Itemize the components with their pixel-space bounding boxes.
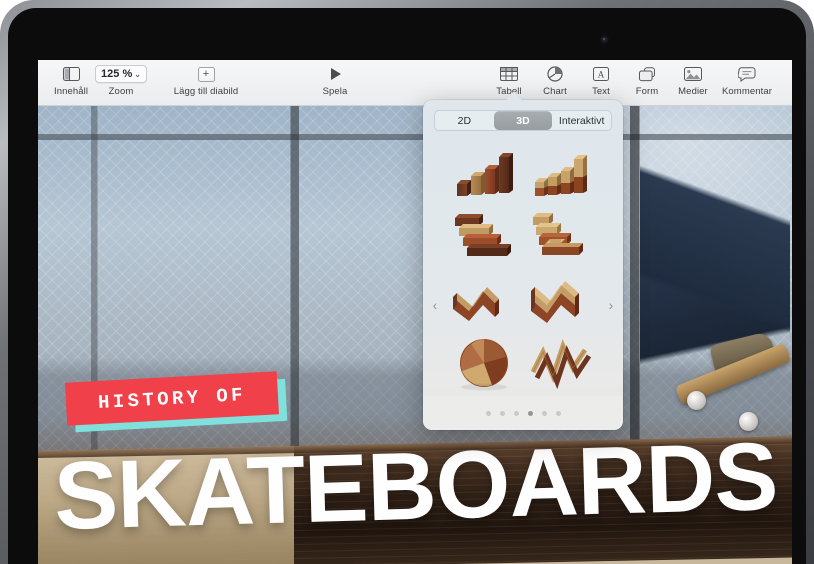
plus-box-icon: + (198, 65, 215, 83)
text-box-icon: A (593, 65, 609, 83)
slide-title[interactable]: SKATEBOARDS (53, 431, 792, 541)
zoom-value: 125 % (101, 68, 132, 80)
toolbar-button-medier[interactable]: Medier (670, 60, 716, 97)
toolbar-label-form: Form (636, 86, 659, 97)
chart-thumb-stacked-bar-3d[interactable] (523, 205, 601, 268)
skateboard-wheel (687, 391, 706, 410)
chart-thumb-area-3d[interactable] (445, 268, 523, 331)
svg-text:A: A (598, 70, 605, 80)
zoom-value-stepper[interactable]: 125 % ⌄ (95, 65, 147, 83)
page-dot-active[interactable] (528, 411, 533, 416)
toolbar-button-spela[interactable]: Spela (312, 60, 358, 97)
chevron-down-icon[interactable]: ⌄ (134, 70, 141, 79)
media-image-icon (684, 65, 702, 83)
toolbar-label-chart: Chart (543, 86, 567, 97)
segment-2d[interactable]: 2D (435, 111, 494, 130)
chart-thumbnail-grid (445, 142, 601, 394)
plus-glyph: + (198, 67, 215, 82)
page-dot[interactable] (500, 411, 505, 416)
slide-canvas[interactable]: HISTORY OF SKATEBOARDS (38, 106, 792, 564)
toolbar-button-text[interactable]: A Text (578, 60, 624, 97)
toolbar-label-medier: Medier (678, 86, 708, 97)
chart-pie-icon (547, 65, 563, 83)
table-icon (500, 65, 518, 83)
toolbar-right-group: Tabell Chart (486, 60, 778, 97)
toolbar-button-chart[interactable]: Chart (532, 60, 578, 97)
chart-thumbnail-area: ‹ › (423, 136, 623, 398)
toolbar-button-innehall[interactable]: Innehåll (48, 60, 94, 97)
chart-thumb-stacked-column-3d[interactable] (523, 142, 601, 205)
segment-interaktivt[interactable]: Interaktivt (552, 111, 611, 130)
toolbar-button-form[interactable]: Form (624, 60, 670, 97)
toolbar-label-zoom: Zoom (109, 86, 134, 97)
page-dot[interactable] (556, 411, 561, 416)
comment-bubble-icon (738, 65, 756, 83)
device-frame: Innehåll 125 % ⌄ Zoom + Lägg till di (0, 0, 814, 564)
play-icon (329, 65, 342, 83)
next-page-chevron-icon[interactable]: › (603, 294, 619, 316)
toolbar-label-text: Text (592, 86, 610, 97)
toolbar-label-innehall: Innehåll (54, 86, 88, 97)
page-dot[interactable] (486, 411, 491, 416)
chart-dimension-segmented-control[interactable]: 2D 3D Interaktivt (434, 110, 612, 131)
shapes-icon (639, 65, 656, 83)
toolbar-button-kommentar[interactable]: Kommentar (716, 60, 778, 97)
banner-text: HISTORY OF (97, 384, 246, 414)
chart-thumb-stacked-area-3d[interactable] (523, 268, 601, 331)
page-dot[interactable] (542, 411, 547, 416)
toolbar-left-group: Innehåll 125 % ⌄ Zoom + Lägg till di (48, 60, 254, 97)
camera-glint (603, 38, 605, 40)
segment-3d[interactable]: 3D (494, 111, 553, 130)
page-indicator-dots[interactable] (423, 411, 623, 416)
chart-thumb-bar-3d[interactable] (445, 205, 523, 268)
chart-style-popover[interactable]: 2D 3D Interaktivt (423, 100, 623, 430)
toolbar-button-tabell[interactable]: Tabell (486, 60, 532, 97)
toolbar-label-kommentar: Kommentar (722, 86, 772, 97)
toolbar-label-spela: Spela (323, 86, 348, 97)
chart-thumb-column-3d[interactable] (445, 142, 523, 205)
page-dot[interactable] (514, 411, 519, 416)
previous-page-chevron-icon[interactable]: ‹ (427, 294, 443, 316)
toolbar-label-add-slide: Lägg till diabild (174, 86, 239, 97)
chart-thumb-line-3d[interactable] (523, 331, 601, 394)
toolbar-label-tabell: Tabell (496, 86, 521, 97)
toolbar-center-group: Spela (312, 60, 358, 97)
device-bezel: Innehåll 125 % ⌄ Zoom + Lägg till di (8, 8, 806, 564)
sidebar-panel-icon (63, 65, 80, 83)
toolbar-button-add-slide[interactable]: + Lägg till diabild (158, 60, 254, 97)
toolbar-button-zoom[interactable]: 125 % ⌄ Zoom (94, 60, 148, 97)
chart-thumb-pie-3d[interactable] (445, 331, 523, 394)
toolbar: Innehåll 125 % ⌄ Zoom + Lägg till di (38, 60, 792, 106)
screen: Innehåll 125 % ⌄ Zoom + Lägg till di (38, 60, 792, 564)
